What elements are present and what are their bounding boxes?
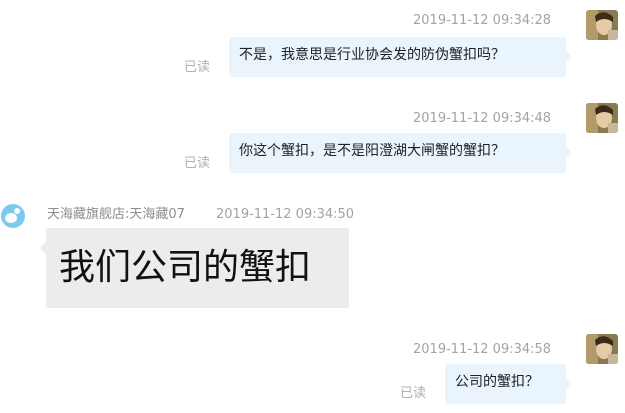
user-avatar-icon[interactable]	[586, 334, 618, 364]
user-avatar-icon[interactable]	[586, 103, 618, 133]
read-status: 已读	[184, 60, 211, 75]
message-timestamp: 2019-11-12 09:34:58	[413, 342, 552, 357]
outgoing-message-bubble[interactable]: 你这个蟹扣，是不是阳澄湖大闸蟹的蟹扣？	[229, 133, 572, 173]
sender-name: 天海藏旗舰店:天海藏07	[47, 207, 185, 222]
outgoing-message-bubble[interactable]: 不是，我意思是行业协会发的防伪蟹扣吗？	[229, 37, 572, 77]
outgoing-message-bubble[interactable]: 公司的蟹扣？	[445, 364, 572, 404]
message-timestamp: 2019-11-12 09:34:28	[413, 13, 552, 28]
user-avatar-icon[interactable]	[586, 10, 618, 40]
shop-avatar-icon[interactable]	[0, 197, 26, 235]
read-status: 已读	[400, 386, 427, 401]
message-timestamp: 2019-11-12 09:34:48	[413, 111, 552, 126]
message-timestamp: 2019-11-12 09:34:50	[216, 207, 355, 222]
read-status: 已读	[184, 156, 211, 171]
incoming-message-bubble[interactable]: 我们公司的蟹扣	[40, 228, 349, 308]
